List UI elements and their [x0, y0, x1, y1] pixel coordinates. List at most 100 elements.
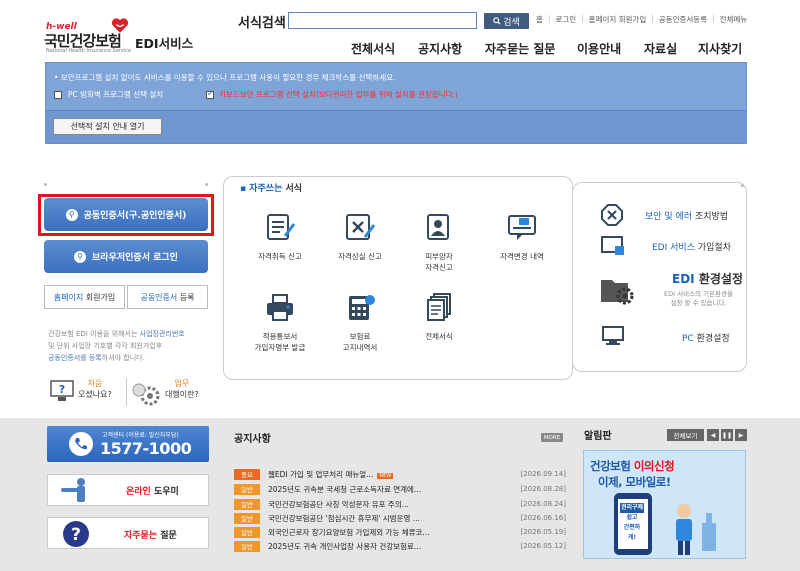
desc-highlight: 공동인증서를 등록	[48, 354, 102, 362]
online-helper-icon	[61, 478, 85, 502]
notice-text: 2025년도 귀속분 국세청 근로소득자료 연계에...	[268, 484, 422, 494]
pause-button[interactable]: ❚❚	[721, 429, 733, 441]
fav-label: 적용통보서	[262, 332, 298, 341]
keyboard-security-label: 키보드보안 프로그램 선택 설치	[219, 90, 316, 99]
fav-all-forms[interactable]: 전체서식	[402, 292, 476, 342]
notice-tag: 일반	[234, 526, 260, 538]
fav-loss-report[interactable]: 자격상실 신고	[323, 212, 397, 262]
notice-text: 국민건강보험공단 사칭 악성문자 유포 주의...	[268, 499, 409, 509]
security-label-b: 조치방법	[695, 212, 729, 222]
firewall-checkbox[interactable]	[54, 91, 62, 99]
pc-label-b: 환경설정	[696, 334, 730, 344]
pause-icon: ❚❚	[721, 431, 733, 439]
pc-settings-icon	[602, 326, 624, 345]
online-help-a: 온라인	[126, 487, 151, 497]
notice-tag: 중요	[234, 468, 260, 480]
call-center-subtitle: 고객센터 (이용료: 발신자부담)	[102, 432, 179, 439]
divider: |	[651, 14, 654, 23]
notice-row[interactable]: 일반 2025년도 귀속분 국세청 근로소득자료 연계에... [2026.08.2…	[234, 482, 566, 496]
faq-a: 자주묻는	[124, 531, 158, 541]
edi-env-description: EDI 서비스의 기본환경을 설정 할 수 있습니다.	[651, 290, 746, 308]
prev-button[interactable]: ◀	[707, 429, 719, 441]
faq-label: 자주묻는 질문	[124, 528, 177, 541]
gnb-guide[interactable]: 이용안내	[577, 40, 621, 57]
register-label-b: 등록	[179, 292, 195, 302]
install-guide-button[interactable]: 선택적 설치 안내 열기	[53, 118, 162, 135]
notice-row[interactable]: 일반 외국인근로자 장기요양보험 가입제외 가능 체류코... [2026.05.1…	[234, 525, 566, 539]
env-desc-line: 설정 할 수 있습니다.	[670, 299, 727, 307]
edi-settings-icon	[601, 280, 634, 305]
next-button[interactable]: ▶	[735, 429, 747, 441]
notice-text: 2025년도 귀속 개인사업장 사용자 건강보험료...	[268, 541, 422, 551]
divider: |	[547, 14, 551, 23]
fav-label: 자격취득 신고	[258, 252, 302, 261]
env-label-a: EDI	[672, 272, 695, 286]
notice-row[interactable]: 일반 2025년도 귀속 개인사업장 사용자 건강보험료... [2026.05.1…	[234, 539, 566, 553]
fav-notice-issue[interactable]: 적용통보서 가입자명부 발급	[243, 292, 317, 353]
decor-dot	[205, 183, 208, 186]
gnb-all-forms[interactable]: 전체서식	[351, 40, 395, 57]
banner-text: 이제,	[598, 475, 623, 489]
fav-label: 전체서식	[425, 332, 453, 341]
gnb-notices[interactable]: 공지사항	[418, 40, 462, 57]
edi-service-title: EDI서비스	[135, 36, 194, 51]
pc-label-a: PC	[682, 334, 694, 344]
fav-label: 가입자명부 발급	[254, 343, 306, 352]
fav-premium-notice[interactable]: 보험료 고지내역서	[323, 292, 397, 353]
gnb-faq[interactable]: 자주묻는 질문	[485, 40, 555, 57]
browser-cert-label: 브라우저인증서 로그인	[92, 253, 178, 263]
homepage-join-button[interactable]: 홈페이지 회원가입	[44, 285, 125, 309]
alarm-view-all-button[interactable]: 전체보기	[667, 429, 704, 441]
first-visit-link[interactable]: 처음 오셨나요?	[78, 378, 112, 400]
search-input[interactable]	[288, 12, 477, 29]
cert-register-button[interactable]: 공동인증서 등록	[127, 285, 208, 309]
desc-highlight: 사업장관리번호	[139, 330, 185, 338]
logo-subtitle: National Health Insurance Service	[46, 48, 132, 54]
edi-env-link[interactable]: EDI 환경설정	[672, 270, 743, 287]
toplink-home[interactable]: 홈	[536, 14, 543, 25]
keyboard-security-checkbox[interactable]	[206, 89, 214, 99]
fav-label: 자격신고	[425, 263, 453, 272]
desc-part: 및 단위 사업장 기호별 각각 회원가입후	[48, 342, 163, 350]
gnb-library[interactable]: 자료실	[644, 40, 677, 57]
pc-env-link[interactable]: PC 환경설정	[682, 331, 730, 344]
proxy-info-link[interactable]: 업무 대행이란?	[165, 378, 199, 400]
browser-cert-login-button[interactable]: ⚲ 브라우저인증서 로그인	[44, 240, 208, 273]
dependent-icon	[427, 214, 449, 240]
fav-dependent-report[interactable]: 피부양자 자격신고	[402, 212, 476, 273]
all-forms-icon	[427, 293, 451, 321]
phone-icon	[69, 432, 93, 456]
firewall-option-label[interactable]: PC 방화벽 프로그램 선택 설치	[68, 89, 163, 100]
fav-acquire-report[interactable]: 자격취득 신고	[243, 212, 317, 262]
divider: |	[712, 14, 715, 23]
notice-tag: 일반	[234, 498, 260, 510]
desc-part: 하셔야 합니다.	[101, 354, 145, 362]
keyboard-security-option[interactable]: 키보드보안 프로그램 선택 설치(보다편리한 업무를 위해 설치를 권장합니다.…	[219, 89, 458, 100]
notice-date: [2026.08.28]	[520, 485, 566, 493]
notice-row[interactable]: 일반 국민건강보험공단 사칭 악성문자 유포 주의... [2026.08.24]	[234, 497, 566, 511]
proxy-label-b: 대행이란?	[165, 390, 199, 399]
notice-row[interactable]: 중요 웹EDI 가입 및 업무처리 매뉴얼... NEW [2026.09.14]	[234, 467, 566, 481]
prev-icon: ◀	[710, 431, 716, 439]
notice-more-button[interactable]: MORE	[541, 433, 563, 442]
notice-row[interactable]: 일반 국민건강보험공단 '점심시간 휴무제' 시범운영 ... [2026.06.1…	[234, 511, 566, 525]
new-badge: NEW	[377, 472, 394, 479]
toplink-login[interactable]: 로그인	[555, 14, 576, 25]
notice-tag: 일반	[234, 512, 260, 524]
edi-join-link[interactable]: EDI 서비스 가입절차	[652, 240, 731, 253]
notice-date: [2026.09.14]	[520, 470, 566, 478]
notice-date: [2026.05.12]	[520, 542, 566, 550]
toplink-all-menu[interactable]: 전체메뉴	[720, 14, 748, 25]
keyboard-security-note: (보다편리한 업무를 위해 설치를 권장합니다.)	[315, 90, 458, 99]
decor-dot	[741, 184, 744, 187]
toplink-cert-register[interactable]: 공동인증서등록	[659, 14, 707, 25]
notice-date: [2026.08.24]	[520, 500, 566, 508]
gnb-branch-finder[interactable]: 지사찾기	[698, 40, 742, 57]
fav-change-history[interactable]: 자격변경 내역	[485, 212, 559, 262]
security-error-link[interactable]: 보안 및 에러 조치방법	[645, 209, 728, 222]
search-button[interactable]: 검색	[484, 13, 529, 29]
register-label-a: 공동인증서	[140, 292, 178, 302]
env-label-b: 환경설정	[698, 272, 743, 286]
alarm-board-title: 알림판	[584, 431, 612, 442]
toplink-join[interactable]: 홈페이지 회원가입	[589, 14, 647, 25]
